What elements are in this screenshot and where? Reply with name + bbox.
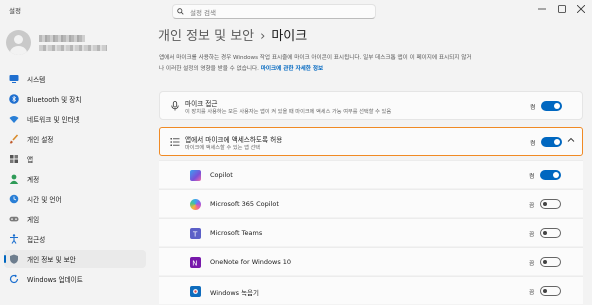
system-icon <box>9 74 19 84</box>
sidebar-item-personalization[interactable]: 개인 설정 <box>4 130 146 148</box>
svg-text:N: N <box>192 260 197 268</box>
sidebar-item-label: 시스템 <box>27 76 46 84</box>
app-name: OneNote for Windows 10 <box>210 258 292 266</box>
list-item: Copilot 켬 <box>159 160 583 188</box>
app-name: Copilot <box>210 171 233 179</box>
breadcrumb-parent[interactable]: 개인 정보 및 보안 <box>158 29 254 44</box>
app-name: Microsoft 365 Copilot <box>210 200 279 208</box>
sidebar-item-network[interactable]: 네트워크 및 인터넷 <box>4 110 146 128</box>
blurred-email <box>39 45 107 51</box>
page-title: 개인 정보 및 보안 › 마이크 <box>158 25 307 44</box>
title-bar: 설정 설정 검색 <box>0 0 592 22</box>
maximize-button[interactable] <box>553 2 571 16</box>
sidebar-item-label: 개인 정보 및 보안 <box>27 256 76 264</box>
app-toggle-recorder[interactable] <box>540 286 561 296</box>
avatar <box>6 30 31 55</box>
app-name: Microsoft Teams <box>210 229 263 237</box>
apps-icon <box>9 154 19 164</box>
app-access-title: 앱에서 마이크에 액세스하도록 허용 <box>185 136 283 144</box>
description-line: 나 이러한 설정의 영향을 받을 수 없습니다. <box>159 66 259 72</box>
search-placeholder: 설정 검색 <box>190 8 216 17</box>
wifi-icon <box>9 114 19 124</box>
list-item: T Microsoft Teams 끔 <box>159 218 583 246</box>
mic-access-state: 켬 <box>530 105 536 111</box>
breadcrumb-separator: › <box>260 29 266 44</box>
page-description: 앱에서 마이크를 사용하는 경우 Windows 작업 표시줄에 마이크 아이콘… <box>159 53 583 75</box>
search-icon <box>177 8 184 15</box>
sidebar-item-label: Bluetooth 및 장치 <box>27 96 82 104</box>
sidebar-item-accessibility[interactable]: 접근성 <box>4 230 146 248</box>
app-access-subtitle: 마이크에 액세스할 수 있는 앱 선택 <box>185 145 261 151</box>
app-toggle-copilot[interactable] <box>540 170 561 180</box>
copilot-icon <box>190 170 201 181</box>
sidebar-item-accounts[interactable]: 계정 <box>4 170 146 188</box>
sidebar-item-label: 네트워크 및 인터넷 <box>27 116 80 124</box>
brush-icon <box>9 134 19 144</box>
sidebar-item-label: 개인 설정 <box>27 136 54 144</box>
accessibility-icon <box>9 234 19 244</box>
breadcrumb-current: 마이크 <box>271 29 308 44</box>
app-access-toggle[interactable] <box>541 137 562 147</box>
globe-clock-icon <box>9 194 19 204</box>
mic-access-toggle[interactable] <box>541 101 562 111</box>
list-item: Microsoft 365 Copilot 끔 <box>159 189 583 217</box>
list-icon <box>170 137 180 147</box>
sidebar-item-privacy-security[interactable]: 개인 정보 및 보안 <box>4 250 146 268</box>
app-state: 끔 <box>529 261 535 267</box>
sidebar-item-label: 접근성 <box>27 236 46 244</box>
mic-access-card: 마이크 접근 이 장치를 사용하는 모든 사용자는 앱이 켜 있을 때 마이크에… <box>159 91 583 120</box>
mic-access-title: 마이크 접근 <box>185 100 218 108</box>
sidebar-item-gaming[interactable]: 게임 <box>4 210 146 228</box>
sidebar-item-apps[interactable]: 앱 <box>4 150 146 168</box>
recorder-icon <box>190 286 201 297</box>
sidebar-item-time-language[interactable]: 시간 및 언어 <box>4 190 146 208</box>
app-title: 설정 <box>9 7 21 15</box>
close-icon <box>577 5 585 13</box>
app-toggle-m365-copilot[interactable] <box>540 199 561 209</box>
list-item: Windows 녹음기 끔 <box>159 276 583 304</box>
sidebar-item-label: 계정 <box>27 176 40 184</box>
microphone-icon <box>170 101 180 111</box>
onenote-icon: N <box>190 257 201 268</box>
description-line: 앱에서 마이크를 사용하는 경우 Windows 작업 표시줄에 마이크 아이콘… <box>159 55 472 61</box>
svg-text:T: T <box>192 231 198 239</box>
m365-copilot-icon <box>190 199 201 210</box>
chevron-up-icon[interactable] <box>567 136 575 147</box>
sidebar-item-label: 시간 및 언어 <box>27 196 62 204</box>
maximize-icon <box>558 5 566 13</box>
close-button[interactable] <box>572 2 590 16</box>
app-state: 끔 <box>529 290 535 296</box>
app-toggle-onenote[interactable] <box>540 257 561 267</box>
blurred-username <box>39 35 85 42</box>
search-box[interactable]: 설정 검색 <box>172 4 376 19</box>
mic-access-subtitle: 이 장치를 사용하는 모든 사용자는 앱이 켜 있을 때 마이크에 액세스 가능… <box>185 109 392 115</box>
gamepad-icon <box>9 214 19 224</box>
sidebar-item-label: Windows 업데이트 <box>27 276 83 284</box>
minimize-button[interactable] <box>533 2 551 16</box>
list-item: N OneNote for Windows 10 끔 <box>159 247 583 275</box>
app-state: 켬 <box>529 174 535 180</box>
app-name: Windows 녹음기 <box>210 289 260 297</box>
sidebar-item-label: 게임 <box>27 216 40 224</box>
sidebar-item-system[interactable]: 시스템 <box>4 70 146 88</box>
teams-icon: T <box>190 228 201 239</box>
sidebar-item-label: 앱 <box>27 156 34 164</box>
shield-icon <box>9 254 19 264</box>
bluetooth-icon <box>9 94 19 104</box>
learn-more-link[interactable]: 마이크에 관한 자세한 정보 <box>261 66 323 72</box>
app-state: 끔 <box>529 232 535 238</box>
sidebar-nav: 시스템 Bluetooth 및 장치 네트워크 및 인터넷 개인 설정 앱 계정… <box>4 70 146 290</box>
account-icon <box>9 174 19 184</box>
sidebar-item-windows-update[interactable]: Windows 업데이트 <box>4 270 146 288</box>
app-access-card[interactable]: 앱에서 마이크에 액세스하도록 허용 마이크에 액세스할 수 있는 앱 선택 켬 <box>159 127 583 156</box>
sidebar-item-bluetooth[interactable]: Bluetooth 및 장치 <box>4 90 146 108</box>
app-toggle-teams[interactable] <box>540 228 561 238</box>
user-profile[interactable] <box>6 30 146 55</box>
update-icon <box>9 274 19 284</box>
app-state: 끔 <box>529 203 535 209</box>
app-access-state: 켬 <box>530 141 536 147</box>
minimize-icon <box>538 8 546 10</box>
